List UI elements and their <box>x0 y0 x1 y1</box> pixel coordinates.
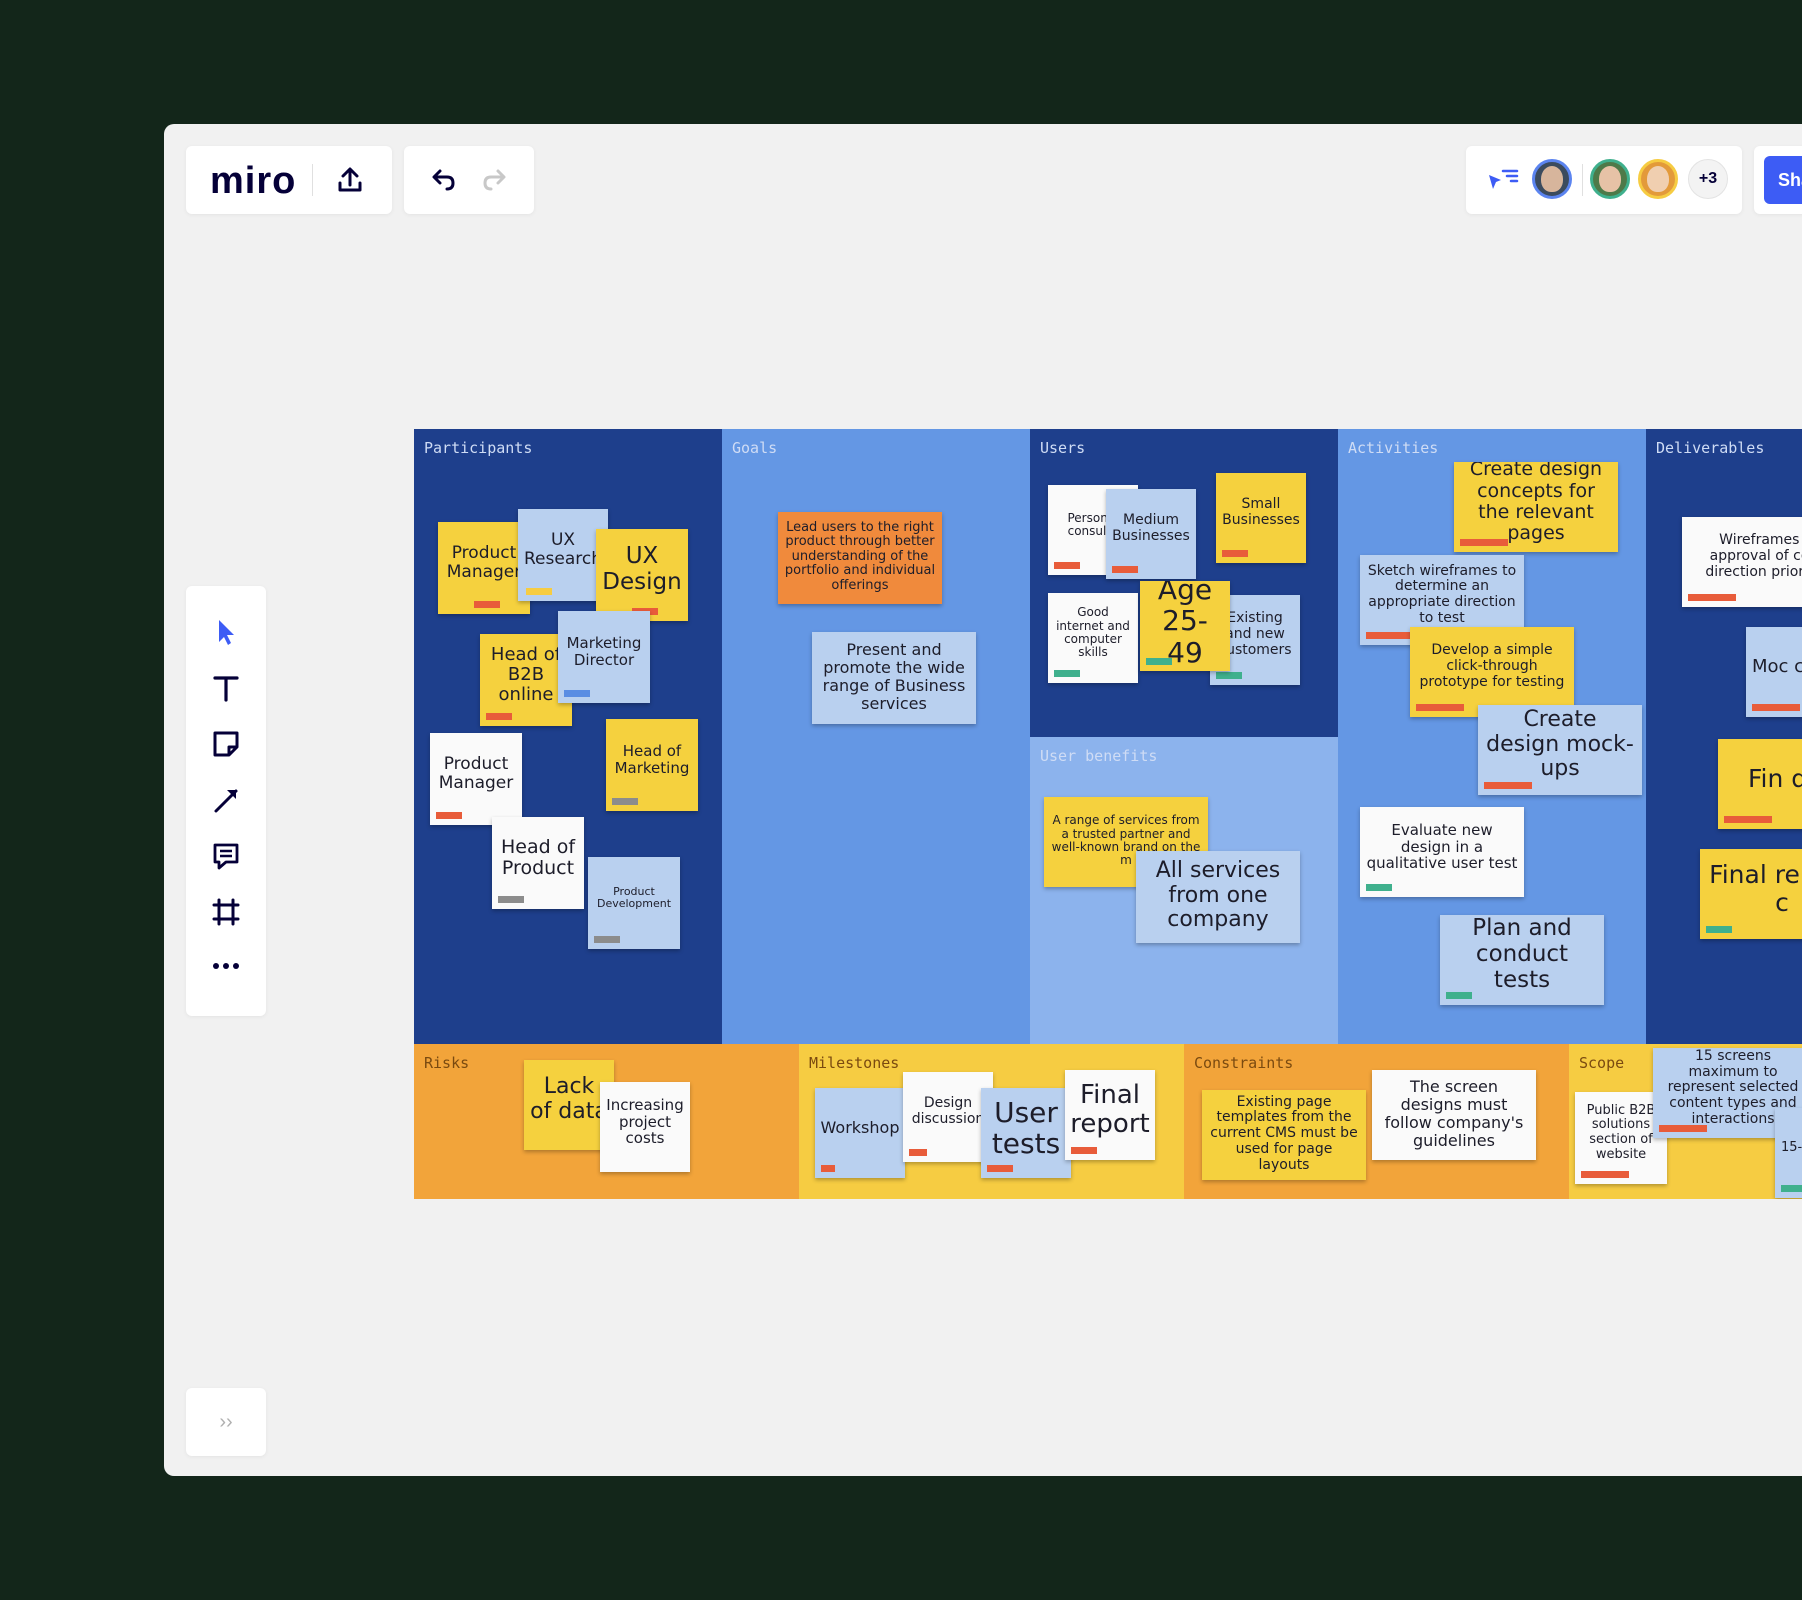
undo-button[interactable] <box>418 156 466 204</box>
sticky-note[interactable]: Increasing project costs <box>600 1082 690 1172</box>
section-title: Milestones <box>809 1054 900 1072</box>
share-panel: Sha <box>1754 146 1802 214</box>
activities-section: Activities Create design concepts for th… <box>1338 429 1646 1044</box>
frame-icon <box>212 898 240 926</box>
select-icon <box>219 620 234 645</box>
sticky-note[interactable]: Moc cl proto <box>1746 627 1802 717</box>
more-collaborators-badge[interactable]: +3 <box>1688 159 1728 199</box>
sticky-note[interactable]: The screen designs must follow company's… <box>1372 1070 1536 1160</box>
undo-icon <box>432 169 455 191</box>
undo-redo-panel <box>404 146 534 214</box>
divider <box>312 164 313 196</box>
redo-icon <box>483 169 506 191</box>
header-left-panel: miro <box>186 146 392 214</box>
more-tools[interactable] <box>186 938 266 994</box>
app-window: miro +3 Sha <box>164 124 1802 1476</box>
sticky-note[interactable]: Marketing Director <box>558 611 650 703</box>
share-button[interactable]: Sha <box>1764 156 1802 204</box>
users-section: Users Personal consulta Medium Businesse… <box>1030 429 1338 737</box>
export-button[interactable] <box>326 156 374 204</box>
sticky-note[interactable]: Final report <box>1065 1070 1155 1160</box>
divider <box>1582 164 1583 196</box>
follow-button[interactable] <box>1480 158 1524 202</box>
section-title: Deliverables <box>1656 439 1765 457</box>
scope-section: Scope Public B2B solutions section of we… <box>1569 1044 1802 1199</box>
sticky-note[interactable]: UX Design <box>596 529 688 621</box>
sticky-note-icon <box>213 731 239 757</box>
sticky-note[interactable]: Existing page templates from the current… <box>1202 1090 1366 1180</box>
sticky-note[interactable]: Head of Marketing <box>606 719 698 811</box>
section-title: User benefits <box>1040 747 1158 765</box>
comment-tool[interactable] <box>186 828 266 884</box>
sticky-note[interactable]: Plan and conduct tests <box>1440 915 1604 1005</box>
sticky-note[interactable]: Evaluate new design in a qualitative use… <box>1360 807 1524 897</box>
sticky-note[interactable]: Workshop <box>815 1088 905 1178</box>
sticky-note-tool[interactable] <box>186 716 266 772</box>
expand-icon: ›› <box>219 1410 233 1433</box>
sticky-note[interactable]: Design discussion <box>903 1072 993 1162</box>
sticky-note[interactable]: Small Businesses <box>1216 473 1306 563</box>
goals-section: Goals Lead users to the right product th… <box>722 429 1030 1044</box>
section-title: Scope <box>1579 1054 1625 1072</box>
text-icon <box>213 676 239 702</box>
project-canvas-board: Participants Product Manager UX Research… <box>414 429 1802 1199</box>
avatar-face <box>1541 166 1563 192</box>
line-tool[interactable] <box>186 772 266 828</box>
more-collaborators-count: +3 <box>1698 170 1718 187</box>
more-icon <box>213 963 239 969</box>
sticky-note[interactable]: User tests <box>981 1088 1071 1178</box>
sticky-note[interactable]: UX Research <box>518 509 608 601</box>
deliverables-section: Deliverables Wireframes f approval of co… <box>1646 429 1802 1044</box>
sticky-note[interactable]: Head of Product <box>492 817 584 909</box>
miro-logo: miro <box>210 160 297 202</box>
section-title: Goals <box>732 439 778 457</box>
comment-icon <box>213 843 239 870</box>
avatar[interactable] <box>1590 159 1630 199</box>
sticky-note[interactable]: Medium Businesses <box>1106 489 1196 579</box>
milestones-section: Milestones Workshop Design discussion Us… <box>799 1044 1184 1199</box>
sticky-note[interactable]: Wireframes f approval of con direction p… <box>1682 517 1802 607</box>
sticky-note[interactable]: Final re and c <box>1700 849 1802 939</box>
line-icon <box>214 789 238 813</box>
sticky-note[interactable]: Good internet and computer skills <box>1048 593 1138 683</box>
sticky-note[interactable]: Product Manager <box>430 733 522 825</box>
sticky-note[interactable]: Fin desi <box>1718 739 1802 829</box>
sticky-note[interactable]: 15- par <box>1775 1108 1802 1198</box>
sticky-note[interactable]: Present and promote the wide range of Bu… <box>812 632 976 724</box>
collaborators-panel: +3 <box>1466 146 1742 214</box>
sticky-note[interactable]: Develop a simple click-through prototype… <box>1410 627 1574 717</box>
avatar[interactable] <box>1638 159 1678 199</box>
avatar-face <box>1599 166 1621 192</box>
select-tool[interactable] <box>186 604 266 660</box>
sticky-note[interactable]: Create design concepts for the relevant … <box>1454 462 1618 552</box>
risks-section: Risks Lack of data Increasing project co… <box>414 1044 799 1199</box>
frame-tool[interactable] <box>186 884 266 940</box>
section-title: Activities <box>1348 439 1439 457</box>
section-title: Risks <box>424 1054 470 1072</box>
upload-icon <box>338 167 362 192</box>
sticky-note[interactable]: Create design mock-ups <box>1478 705 1642 795</box>
user-benefits-section: User benefits A range of services from a… <box>1030 737 1338 1044</box>
avatar-face <box>1647 166 1669 192</box>
cursor-list-icon <box>1489 169 1519 189</box>
sticky-note[interactable]: Product Development <box>588 857 680 949</box>
tools-toolbar <box>186 586 266 1016</box>
participants-section: Participants Product Manager UX Research… <box>414 429 722 1044</box>
sticky-note[interactable]: All services from one company <box>1136 851 1300 943</box>
text-tool[interactable] <box>186 660 266 716</box>
section-title: Constraints <box>1194 1054 1294 1072</box>
redo-button[interactable] <box>472 156 520 204</box>
sticky-note[interactable]: Age 25-49 <box>1140 581 1230 671</box>
constraints-section: Constraints Existing page templates from… <box>1184 1044 1569 1199</box>
avatar[interactable] <box>1532 159 1572 199</box>
share-button-label: Sha <box>1778 169 1802 190</box>
sticky-note[interactable]: Product Manager <box>438 522 530 614</box>
sticky-note[interactable]: Lead users to the right product through … <box>778 512 942 604</box>
section-title: Participants <box>424 439 533 457</box>
section-title: Users <box>1040 439 1086 457</box>
expand-panel-button[interactable]: ›› <box>186 1388 266 1456</box>
